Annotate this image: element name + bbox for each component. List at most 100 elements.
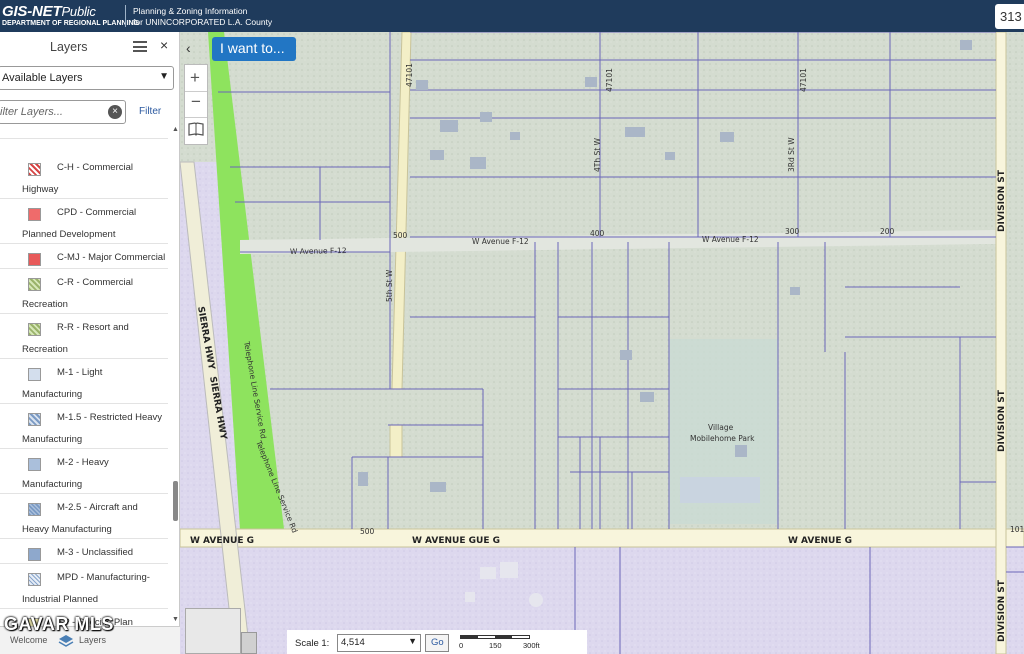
layer-set-value: Available Layers: [2, 72, 83, 84]
brand-suffix: Public: [61, 4, 96, 19]
scroll-up-icon[interactable]: ▲: [172, 126, 179, 133]
layer-label: M-3 - Unclassified: [57, 547, 134, 558]
layer-item[interactable]: M-2.5 - Aircraft and Heavy Manufacturing: [0, 494, 168, 539]
book-icon[interactable]: [187, 120, 205, 138]
label-division-st-3: DIVISION ST: [997, 579, 1007, 642]
menu-icon[interactable]: [133, 41, 147, 52]
layer-label: M-1.5 - Restricted Heavy: [57, 412, 163, 423]
go-button[interactable]: Go: [425, 634, 449, 652]
layer-label: M-1 - Light: [57, 367, 103, 378]
division-st-road: [995, 32, 1007, 654]
brand-name: GIS-NET: [2, 3, 62, 20]
scroll-down-icon[interactable]: ▼: [172, 616, 179, 623]
layer-item[interactable]: Manufacturing: [0, 126, 168, 139]
layer-label: CPD - Commercial: [57, 207, 137, 218]
label-addr-101: 101: [1010, 525, 1024, 534]
layer-label: C-H - Commercial: [57, 162, 133, 173]
label-addr-200: 200: [880, 227, 895, 236]
scale-bar-label-0: 0: [459, 641, 464, 650]
label-fourth-st: 4Th St W: [593, 137, 602, 172]
i-want-to-button[interactable]: I want to...: [212, 37, 296, 61]
layer-set-select[interactable]: Available Layers ▼: [0, 66, 174, 90]
map-svg[interactable]: W Avenue F-12 W Avenue F-12 W Avenue F-1…: [180, 32, 1024, 654]
avenue-g-road: [180, 528, 1024, 548]
chevron-left-icon[interactable]: ‹: [186, 40, 191, 56]
layers-panel: Layers × Available Layers ▼ ilter Layers…: [0, 32, 180, 654]
layer-label: M-2.5 - Aircraft and: [57, 502, 138, 513]
layer-item[interactable]: C-MJ - Major Commercial: [0, 244, 168, 269]
layers-icon: [58, 635, 74, 647]
watermark: GAVAR MLS: [4, 614, 114, 634]
map-canvas[interactable]: W Avenue F-12 W Avenue F-12 W Avenue F-1…: [180, 32, 1024, 654]
layer-label: C-R - Commercial: [57, 277, 133, 288]
label-avenue-f12-mid: W Avenue F-12: [472, 237, 529, 246]
scroll-thumb[interactable]: [173, 481, 178, 521]
label-third-st: 3Rd St W: [787, 137, 796, 172]
tab-layers[interactable]: Layers: [79, 635, 106, 645]
tab-welcome[interactable]: Welcome: [10, 635, 47, 645]
layer-item[interactable]: M-1.5 - Restricted Heavy Manufacturing: [0, 404, 168, 449]
brand-logo[interactable]: GIS-NETPublic: [2, 3, 96, 20]
header-divider: [125, 5, 126, 27]
layer-label-cont: Manufacturing: [22, 479, 83, 490]
layer-swatch-icon: [28, 278, 41, 291]
road-segment: [389, 424, 403, 458]
layer-label-cont: Manufacturing: [22, 389, 83, 400]
label-addr-300: 300: [785, 227, 800, 236]
layer-label-cont: Highway: [22, 184, 59, 195]
label-addr-400: 400: [590, 229, 605, 238]
layer-list-scrollbar[interactable]: ▲ ▼: [172, 126, 179, 626]
layer-label-cont: Recreation: [22, 299, 68, 310]
panel-title: Layers: [50, 40, 88, 54]
layer-item[interactable]: C-R - Commercial Recreation: [0, 269, 168, 314]
label-avenue-g-west: W AVENUE G: [190, 536, 254, 546]
zoom-control: + −: [184, 64, 208, 145]
label-division-st-1: DIVISION ST: [997, 169, 1007, 232]
scale-select[interactable]: 4,514 ▼: [337, 634, 421, 652]
layer-label-cont: Industrial Planned: [22, 594, 99, 605]
close-icon[interactable]: ×: [160, 37, 168, 53]
label-fifth-st: 5th St W: [385, 269, 394, 302]
overview-map[interactable]: [185, 608, 241, 654]
layer-item[interactable]: M-2 - Heavy Manufacturing: [0, 449, 168, 494]
label-village: Village: [708, 423, 734, 432]
layer-item[interactable]: R-R - Resort and Recreation: [0, 314, 168, 359]
layer-swatch-icon: [28, 253, 41, 266]
label-avenue-g-east: W AVENUE G: [788, 536, 852, 546]
clear-icon[interactable]: ×: [108, 105, 122, 119]
zoom-in-icon[interactable]: +: [190, 68, 200, 88]
layer-swatch-icon: [28, 413, 41, 426]
zoom-out-icon[interactable]: −: [191, 92, 201, 112]
layer-swatch-icon: [28, 458, 41, 471]
scale-label: Scale 1:: [295, 638, 330, 649]
layer-item[interactable]: M-3 - Unclassified: [0, 539, 168, 564]
scale-bar-label-150: 150: [489, 641, 502, 650]
layer-swatch-icon: [28, 548, 41, 561]
filter-button[interactable]: Filter: [130, 100, 172, 124]
scale-bar: 0 150 300ft: [457, 630, 587, 654]
search-input[interactable]: 313: [995, 4, 1024, 29]
parcel-area: [180, 32, 1024, 537]
layer-label-cont: Manufacturing: [22, 434, 83, 445]
label-addr-47101-c: 47101: [799, 68, 808, 92]
layer-label: R-R - Resort and: [57, 322, 129, 333]
info-line-1: Planning & Zoning Information: [133, 6, 248, 16]
label-avenue-f12-west: W Avenue F-12: [290, 246, 347, 256]
layer-swatch-icon: [28, 368, 41, 381]
chevron-down-icon: ▼: [408, 636, 417, 646]
layer-item[interactable]: MPD - Manufacturing- Industrial Planned: [0, 564, 168, 609]
layer-item[interactable]: M-1 - Light Manufacturing: [0, 359, 168, 404]
layer-label: M-2 - Heavy: [57, 457, 109, 468]
layer-label: C-MJ - Major Commercial: [57, 252, 166, 263]
label-mobilehome-park: Mobilehome Park: [690, 434, 755, 443]
layer-item[interactable]: CPD - Commercial Planned Development: [0, 199, 168, 244]
label-addr-500: 500: [393, 231, 408, 240]
layer-label-cont: Planned Development: [22, 229, 116, 240]
info-line-2: for UNINCORPORATED L.A. County: [133, 17, 273, 27]
basemap-toggle[interactable]: [241, 632, 257, 654]
layer-item[interactable]: C-H - Commercial Highway: [0, 154, 168, 199]
app-header: GIS-NETPublic DEPARTMENT OF REGIONAL PLA…: [0, 0, 1024, 32]
panel-titlebar: Layers ×: [0, 32, 180, 62]
layer-label-cont: Heavy Manufacturing: [22, 524, 112, 535]
label-avenue-g-mid: W AVENUE GUE G: [412, 536, 500, 546]
